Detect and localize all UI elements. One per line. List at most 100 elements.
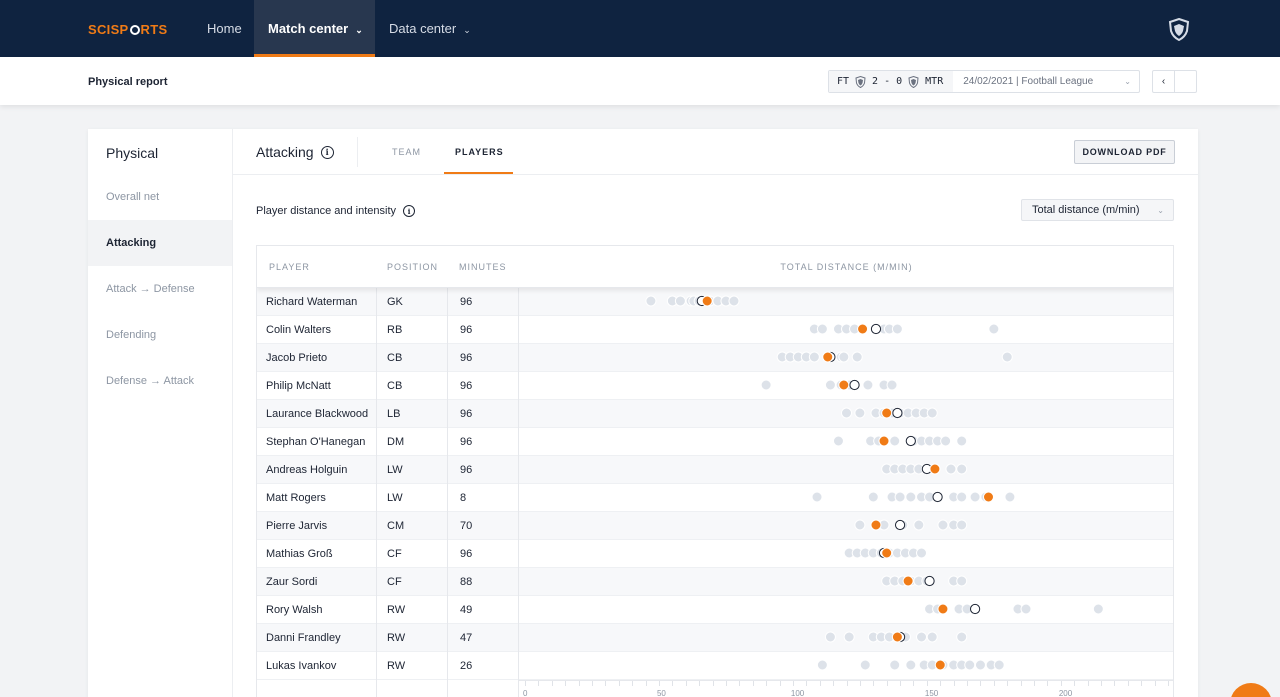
other-match-point[interactable] bbox=[940, 435, 952, 447]
current-match-point[interactable] bbox=[701, 295, 713, 307]
club-shield-icon[interactable] bbox=[1168, 17, 1190, 46]
other-match-point[interactable] bbox=[674, 295, 686, 307]
table-row[interactable]: Pierre Jarvis CM 70 bbox=[257, 512, 1173, 540]
next-match-button[interactable] bbox=[1174, 71, 1196, 92]
other-match-point[interactable] bbox=[916, 631, 928, 643]
nav-home[interactable]: Home bbox=[207, 0, 242, 57]
table-row[interactable]: Colin Walters RB 96 bbox=[257, 316, 1173, 344]
other-match-point[interactable] bbox=[824, 631, 836, 643]
other-match-point[interactable] bbox=[841, 407, 852, 419]
table-row[interactable]: Richard Waterman GK 96 bbox=[257, 288, 1173, 316]
current-match-point[interactable] bbox=[902, 575, 914, 587]
other-match-point[interactable] bbox=[937, 519, 949, 531]
average-point[interactable] bbox=[905, 435, 916, 447]
table-row[interactable]: Stephan O'Hanegan DM 96 bbox=[257, 428, 1173, 456]
average-point[interactable] bbox=[849, 379, 860, 391]
other-match-point[interactable] bbox=[843, 631, 855, 643]
other-match-point[interactable] bbox=[838, 351, 850, 363]
other-match-point[interactable] bbox=[854, 519, 866, 531]
other-match-point[interactable] bbox=[886, 379, 898, 391]
other-match-point[interactable] bbox=[905, 659, 917, 671]
other-match-point[interactable] bbox=[854, 407, 866, 419]
other-match-point[interactable] bbox=[988, 323, 1000, 335]
current-match-point[interactable] bbox=[838, 379, 850, 391]
nav-data-center[interactable]: Data center ⌄ bbox=[389, 0, 471, 57]
nav-match-center[interactable]: Match center ⌄ bbox=[254, 0, 375, 57]
other-match-point[interactable] bbox=[832, 435, 844, 447]
other-match-point[interactable] bbox=[974, 659, 986, 671]
table-row[interactable]: Mathias Groß CF 96 bbox=[257, 540, 1173, 568]
average-point[interactable] bbox=[870, 323, 882, 335]
other-match-point[interactable] bbox=[808, 351, 820, 363]
other-match-point[interactable] bbox=[889, 659, 901, 671]
other-match-point[interactable] bbox=[811, 491, 823, 503]
average-point[interactable] bbox=[970, 603, 981, 615]
table-row[interactable]: Philip McNatt CB 96 bbox=[257, 372, 1173, 400]
current-match-point[interactable] bbox=[929, 463, 941, 475]
other-match-point[interactable] bbox=[945, 463, 957, 475]
previous-match-button[interactable]: ‹ bbox=[1153, 71, 1174, 92]
scisports-logo[interactable]: SCISP RTS bbox=[88, 22, 167, 37]
other-match-point[interactable] bbox=[867, 491, 879, 503]
current-match-point[interactable] bbox=[891, 631, 903, 643]
other-match-point[interactable] bbox=[913, 519, 925, 531]
match-selector[interactable]: FT 2 - 0 MTR 24/02/2021 | Football Leagu… bbox=[828, 70, 1140, 93]
other-match-point[interactable] bbox=[905, 491, 917, 503]
average-point[interactable] bbox=[894, 519, 906, 531]
current-match-point[interactable] bbox=[881, 407, 893, 419]
other-match-point[interactable] bbox=[993, 659, 1005, 671]
current-match-point[interactable] bbox=[934, 659, 946, 671]
header-position[interactable]: POSITION bbox=[387, 262, 438, 272]
sidebar-item-attacking[interactable]: Attacking bbox=[88, 220, 232, 266]
other-match-point[interactable] bbox=[956, 575, 968, 587]
average-point[interactable] bbox=[932, 491, 943, 503]
other-match-point[interactable] bbox=[894, 491, 906, 503]
current-match-point[interactable] bbox=[937, 603, 949, 615]
other-match-point[interactable] bbox=[728, 295, 740, 307]
other-match-point[interactable] bbox=[851, 351, 863, 363]
other-match-point[interactable] bbox=[760, 379, 772, 391]
info-icon[interactable]: i bbox=[403, 205, 416, 217]
table-row[interactable]: Andreas Holguin LW 96 bbox=[257, 456, 1173, 484]
header-minutes[interactable]: MINUTES bbox=[459, 262, 507, 272]
other-match-point[interactable] bbox=[956, 519, 968, 531]
other-match-point[interactable] bbox=[969, 491, 981, 503]
metric-dropdown[interactable]: Total distance (m/min) ⌄ bbox=[1021, 199, 1174, 221]
table-row[interactable]: Lukas Ivankov RW 26 bbox=[257, 652, 1173, 680]
other-match-point[interactable] bbox=[926, 631, 938, 643]
average-point[interactable] bbox=[892, 407, 903, 419]
other-match-point[interactable] bbox=[1004, 491, 1016, 503]
sidebar-item-overall-net[interactable]: Overall net bbox=[88, 174, 232, 220]
table-row[interactable]: Rory Walsh RW 49 bbox=[257, 596, 1173, 624]
tab-players[interactable]: PLAYERS bbox=[455, 147, 504, 157]
other-match-point[interactable] bbox=[956, 463, 968, 475]
table-row[interactable]: Danni Frandley RW 47 bbox=[257, 624, 1173, 652]
current-match-point[interactable] bbox=[881, 547, 893, 559]
other-match-point[interactable] bbox=[926, 407, 938, 419]
table-row[interactable]: Matt Rogers LW 8 bbox=[257, 484, 1173, 512]
other-match-point[interactable] bbox=[824, 379, 836, 391]
other-match-point[interactable] bbox=[956, 435, 968, 447]
other-match-point[interactable] bbox=[1020, 603, 1032, 615]
table-row[interactable]: Zaur Sordi CF 88 bbox=[257, 568, 1173, 596]
sidebar-item-attack-to-defense[interactable]: Attack → Defense bbox=[88, 266, 232, 312]
chat-support-button[interactable] bbox=[1230, 683, 1272, 697]
other-match-point[interactable] bbox=[1001, 351, 1013, 363]
sidebar-item-defending[interactable]: Defending bbox=[88, 312, 232, 358]
other-match-point[interactable] bbox=[816, 323, 828, 335]
other-match-point[interactable] bbox=[891, 323, 903, 335]
other-match-point[interactable] bbox=[956, 631, 968, 643]
other-match-point[interactable] bbox=[816, 659, 828, 671]
average-point[interactable] bbox=[924, 575, 935, 587]
other-match-point[interactable] bbox=[916, 547, 928, 559]
current-match-point[interactable] bbox=[870, 519, 882, 531]
current-match-point[interactable] bbox=[878, 435, 890, 447]
other-match-point[interactable] bbox=[645, 295, 657, 307]
current-match-point[interactable] bbox=[857, 323, 869, 335]
sidebar-item-defense-to-attack[interactable]: Defense → Attack bbox=[88, 358, 232, 404]
other-match-point[interactable] bbox=[889, 435, 901, 447]
other-match-point[interactable] bbox=[956, 491, 968, 503]
other-match-point[interactable] bbox=[859, 659, 871, 671]
table-row[interactable]: Laurance Blackwood LB 96 bbox=[257, 400, 1173, 428]
other-match-point[interactable] bbox=[964, 659, 976, 671]
